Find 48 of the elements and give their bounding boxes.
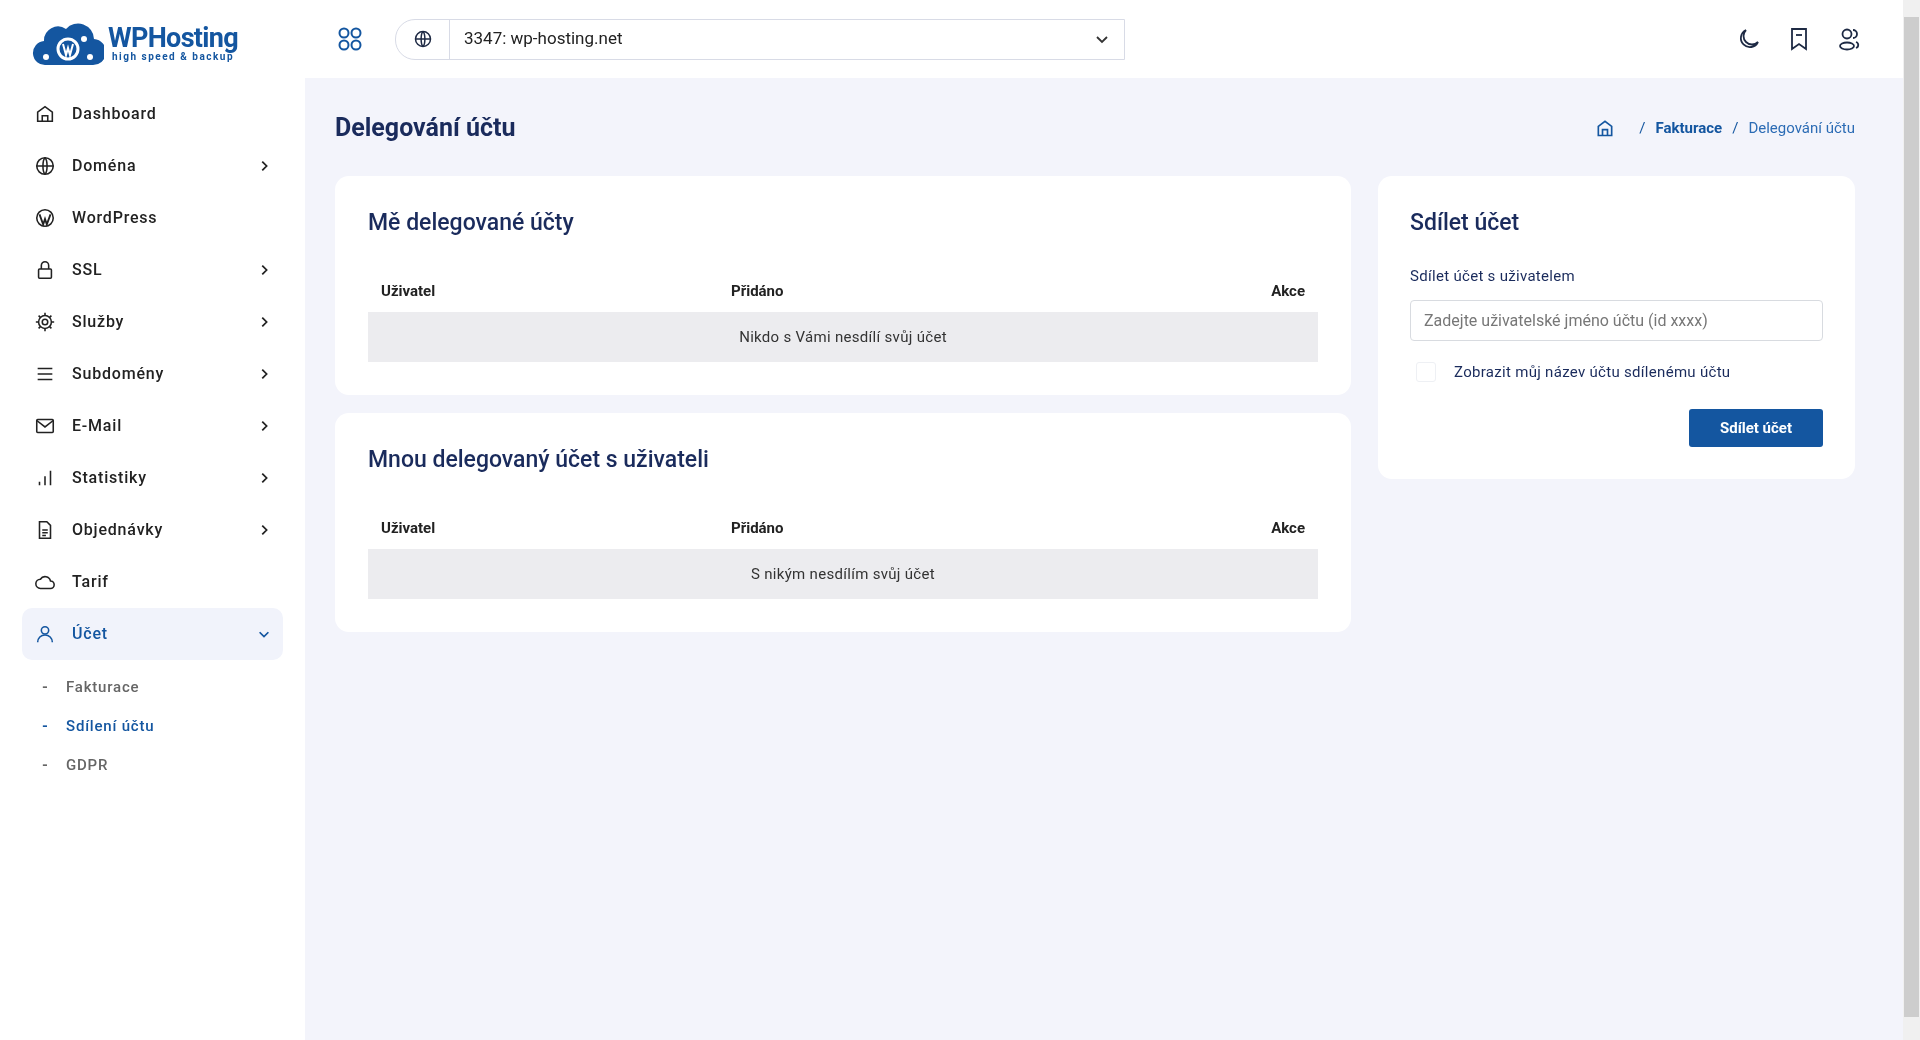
- breadcrumb-separator: /: [1732, 117, 1739, 139]
- submenu-item[interactable]: - Fakturace: [22, 668, 283, 707]
- apps-grid-icon[interactable]: [337, 26, 363, 52]
- sidebar-item[interactable]: Dashboard: [22, 88, 283, 140]
- column-header: Akce: [1271, 280, 1305, 302]
- sidebar-item[interactable]: Subdomény: [22, 348, 283, 400]
- account-select[interactable]: 3347: wp-hosting.net: [395, 18, 1125, 60]
- column-header: Přidáno: [731, 517, 785, 539]
- sidebar-item[interactable]: SSL: [22, 244, 283, 296]
- submenu-item[interactable]: - GDPR: [22, 746, 283, 785]
- sidebar-item[interactable]: Doména: [22, 140, 283, 192]
- sidebar-item[interactable]: Tarif: [22, 556, 283, 608]
- breadcrumb-current: Delegování účtu: [1748, 117, 1855, 139]
- card-title: Sdílet účet: [1410, 208, 1521, 238]
- sidebar-item[interactable]: Objednávky: [22, 504, 283, 556]
- sidebar-item[interactable]: WordPress: [22, 192, 283, 244]
- home-icon: [34, 103, 56, 125]
- username-field[interactable]: Zadejte uživatelské jméno účtu (id xxxx): [1410, 299, 1823, 341]
- sidebar-item[interactable]: Statistiky: [22, 452, 283, 504]
- bullet: -: [42, 755, 50, 777]
- bullet: -: [42, 677, 50, 699]
- logo-text: WPHosting: [108, 24, 238, 52]
- share-button[interactable]: Sdílet účet: [1688, 409, 1823, 447]
- page-title: Delegování účtu: [335, 112, 516, 145]
- column-header: Uživatel: [381, 517, 437, 539]
- column-header: Uživatel: [381, 280, 437, 302]
- empty-row: Nikdo s Vámi nesdílí svůj účet: [368, 312, 1318, 362]
- moon-icon[interactable]: [1737, 27, 1761, 51]
- field-label: Sdílet účet s uživatelem: [1410, 266, 1576, 287]
- sidebar-item[interactable]: Účet: [22, 608, 283, 660]
- column-header: Akce: [1271, 517, 1305, 539]
- breadcrumb-separator: /: [1639, 117, 1646, 139]
- card-title: Mě delegované účty: [368, 208, 575, 238]
- breadcrumb-link[interactable]: Fakturace: [1655, 116, 1723, 140]
- sidebar-item[interactable]: E-Mail: [22, 400, 283, 452]
- checkbox-label: Zobrazit můj název účtu sdílenému účtu: [1454, 361, 1731, 383]
- submenu-item[interactable]: - Sdílení účtu: [22, 707, 283, 746]
- bullet: -: [42, 716, 50, 738]
- card-title: Mnou delegovaný účet s uživateli: [368, 445, 710, 475]
- sidebar-item[interactable]: Služby: [22, 296, 283, 348]
- empty-row: S nikým nesdílím svůj účet: [368, 549, 1318, 599]
- wordpress-icon: [34, 207, 56, 229]
- user-icon: [34, 623, 56, 645]
- globe-icon: [412, 29, 433, 49]
- column-header: Přidáno: [731, 280, 785, 302]
- globe-icon: [34, 155, 56, 177]
- gear-icon: [34, 311, 56, 333]
- home-icon[interactable]: [1595, 118, 1616, 138]
